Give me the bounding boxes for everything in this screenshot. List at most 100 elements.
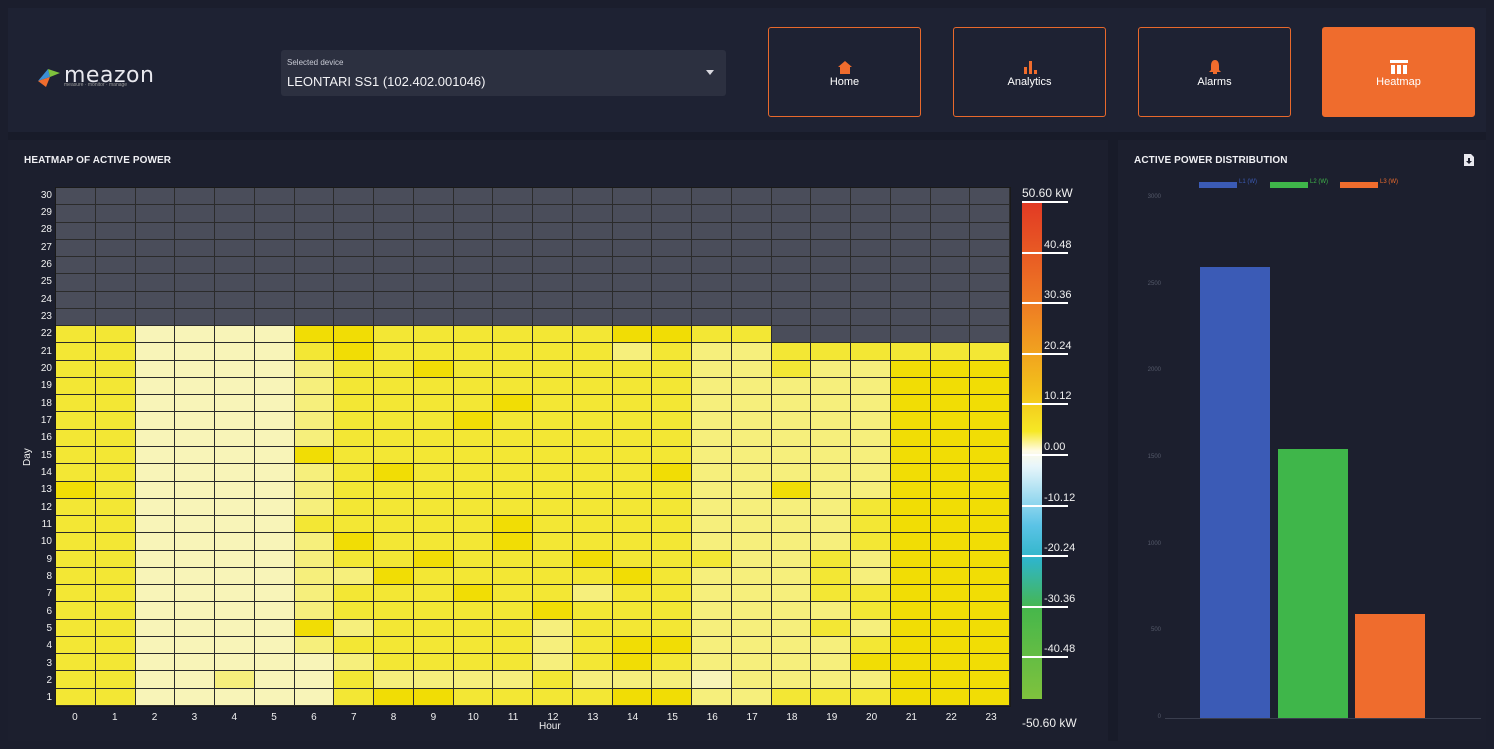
heatmap-cell[interactable] (95, 291, 136, 309)
heatmap-cell[interactable] (930, 291, 971, 309)
heatmap-cell[interactable] (95, 688, 136, 706)
heatmap-cell[interactable] (334, 498, 374, 517)
heatmap-cell[interactable] (851, 274, 891, 292)
heatmap-cell[interactable] (413, 222, 454, 240)
heatmap-cell[interactable] (374, 291, 414, 309)
heatmap-cell[interactable] (493, 257, 533, 275)
heatmap-cell[interactable] (453, 654, 494, 672)
heatmap-cell[interactable] (334, 222, 374, 240)
heatmap-cell[interactable] (493, 188, 533, 206)
heatmap-cell[interactable] (56, 205, 96, 223)
heatmap-cell[interactable] (612, 360, 653, 378)
heatmap-cell[interactable] (56, 550, 96, 568)
heatmap-cell[interactable] (175, 308, 215, 327)
heatmap-cell[interactable] (135, 429, 176, 447)
heatmap-cell[interactable] (95, 481, 136, 499)
heatmap-cell[interactable] (731, 274, 772, 292)
heatmap-cell[interactable] (851, 377, 891, 396)
heatmap-cell[interactable] (254, 377, 295, 396)
heatmap-cell[interactable] (135, 395, 176, 413)
heatmap-cell[interactable] (135, 412, 176, 430)
heatmap-cell[interactable] (294, 585, 335, 603)
heatmap-cell[interactable] (652, 291, 692, 309)
heatmap-cell[interactable] (811, 498, 851, 517)
heatmap-cell[interactable] (612, 326, 653, 344)
heatmap-cell[interactable] (612, 291, 653, 309)
heatmap-cell[interactable] (56, 326, 96, 344)
heatmap-cell[interactable] (413, 257, 454, 275)
heatmap-cell[interactable] (493, 636, 533, 655)
heatmap-cell[interactable] (294, 274, 335, 292)
heatmap-cell[interactable] (970, 377, 1010, 396)
heatmap-cell[interactable] (851, 360, 891, 378)
heatmap-cell[interactable] (56, 464, 96, 482)
heatmap-cell[interactable] (453, 377, 494, 396)
heatmap-cell[interactable] (215, 188, 255, 206)
heatmap-cell[interactable] (533, 429, 573, 447)
heatmap-cell[interactable] (731, 688, 772, 706)
heatmap-cell[interactable] (374, 481, 414, 499)
heatmap-cell[interactable] (56, 481, 96, 499)
heatmap-cell[interactable] (851, 188, 891, 206)
heatmap-cell[interactable] (533, 188, 573, 206)
heatmap-cell[interactable] (572, 636, 613, 655)
heatmap-cell[interactable] (493, 429, 533, 447)
distribution-bar[interactable] (1278, 449, 1348, 718)
heatmap-cell[interactable] (652, 412, 692, 430)
heatmap-cell[interactable] (175, 429, 215, 447)
heatmap-cell[interactable] (254, 550, 295, 568)
heatmap-cell[interactable] (215, 222, 255, 240)
heatmap-cell[interactable] (254, 205, 295, 223)
heatmap-cell[interactable] (56, 654, 96, 672)
heatmap-cell[interactable] (95, 274, 136, 292)
heatmap-cell[interactable] (612, 205, 653, 223)
heatmap-cell[interactable] (970, 602, 1010, 620)
heatmap-cell[interactable] (334, 550, 374, 568)
heatmap-cell[interactable] (56, 602, 96, 620)
heatmap-cell[interactable] (930, 533, 971, 551)
heatmap-cell[interactable] (215, 602, 255, 620)
heatmap-cell[interactable] (851, 429, 891, 447)
heatmap-cell[interactable] (771, 291, 812, 309)
heatmap-cell[interactable] (930, 188, 971, 206)
heatmap-cell[interactable] (930, 585, 971, 603)
heatmap-cell[interactable] (930, 619, 971, 637)
heatmap-cell[interactable] (572, 239, 613, 258)
heatmap-cell[interactable] (612, 377, 653, 396)
heatmap-cell[interactable] (533, 412, 573, 430)
heatmap-cell[interactable] (612, 446, 653, 465)
heatmap-cell[interactable] (56, 360, 96, 378)
heatmap-cell[interactable] (533, 308, 573, 327)
heatmap-cell[interactable] (95, 619, 136, 637)
heatmap-cell[interactable] (652, 188, 692, 206)
heatmap-cell[interactable] (374, 429, 414, 447)
heatmap-cell[interactable] (135, 585, 176, 603)
heatmap-cell[interactable] (334, 360, 374, 378)
heatmap-cell[interactable] (811, 446, 851, 465)
heatmap-cell[interactable] (135, 222, 176, 240)
heatmap-cell[interactable] (970, 239, 1010, 258)
heatmap-cell[interactable] (413, 585, 454, 603)
heatmap-cell[interactable] (215, 343, 255, 361)
heatmap-cell[interactable] (652, 516, 692, 534)
heatmap-cell[interactable] (811, 395, 851, 413)
heatmap-cell[interactable] (334, 239, 374, 258)
heatmap-cell[interactable] (413, 188, 454, 206)
heatmap-cell[interactable] (771, 567, 812, 586)
heatmap-cell[interactable] (493, 360, 533, 378)
heatmap-cell[interactable] (692, 602, 732, 620)
heatmap-cell[interactable] (652, 239, 692, 258)
heatmap-cell[interactable] (811, 360, 851, 378)
heatmap-cell[interactable] (970, 516, 1010, 534)
heatmap-cell[interactable] (294, 464, 335, 482)
heatmap-cell[interactable] (453, 498, 494, 517)
heatmap-cell[interactable] (572, 550, 613, 568)
heatmap-cell[interactable] (294, 360, 335, 378)
heatmap-cell[interactable] (294, 395, 335, 413)
nav-alarms-button[interactable]: Alarms (1138, 27, 1291, 117)
heatmap-cell[interactable] (890, 567, 931, 586)
heatmap-cell[interactable] (771, 688, 812, 706)
heatmap-cell[interactable] (453, 602, 494, 620)
heatmap-cell[interactable] (453, 360, 494, 378)
heatmap-cell[interactable] (135, 308, 176, 327)
